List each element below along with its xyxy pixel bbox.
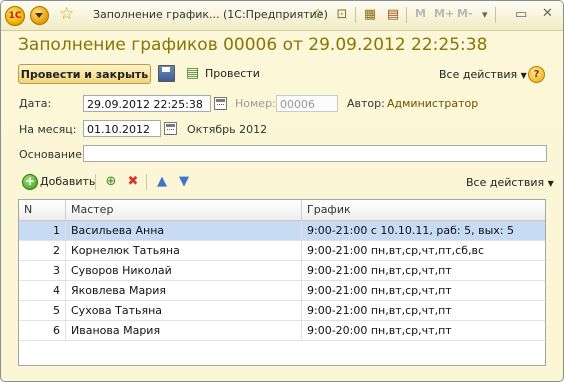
basis-label: Основание: xyxy=(19,148,86,161)
calculator-icon[interactable]: ▦ xyxy=(362,7,378,23)
add-favorite-icon[interactable]: ✩ xyxy=(310,7,326,23)
cell-schedule: 9:00-21:00 пн,вт,ср,чт,пт xyxy=(302,261,545,280)
table-row[interactable]: 4 Яковлева Мария 9:00-21:00 пн,вт,ср,чт,пт xyxy=(19,281,545,301)
1c-logo-icon[interactable]: 1С xyxy=(5,6,25,26)
cell-master: Васильева Анна xyxy=(66,221,302,240)
post-icon[interactable]: ▤ xyxy=(186,65,199,81)
cell-master: Иванова Мария xyxy=(66,321,302,340)
all-actions-label: Все действия xyxy=(439,68,518,81)
title-bar: 1С ☆ Заполнение график... (1С:Предприяти… xyxy=(1,1,563,31)
month-text: Октябрь 2012 xyxy=(187,123,268,136)
add-label: Добавить xyxy=(40,175,96,188)
post-and-close-button[interactable]: Провести и закрыть xyxy=(18,64,151,84)
star-icon[interactable]: ☆ xyxy=(59,4,74,24)
column-header-schedule[interactable]: График xyxy=(302,200,545,220)
table-header: N Мастер График xyxy=(19,200,545,221)
author-label: Автор: xyxy=(347,97,385,110)
column-header-n[interactable]: N xyxy=(19,200,66,220)
toolbar-separator xyxy=(495,7,496,23)
minimize-icon[interactable]: ▭ xyxy=(515,7,527,22)
cell-master: Сухова Татьяна xyxy=(66,301,302,320)
month-picker-icon[interactable] xyxy=(164,122,177,135)
table-row[interactable]: 3 Суворов Николай 9:00-21:00 пн,вт,ср,чт,п… xyxy=(19,261,545,281)
cell-n: 1 xyxy=(19,221,66,240)
delete-icon[interactable]: ✖ xyxy=(125,174,141,190)
table-row[interactable]: 2 Корнелюк Татьяна 9:00-21:00 пн,вт,ср,чт,… xyxy=(19,241,545,261)
chevron-down-icon: ▼ xyxy=(520,71,527,80)
cell-schedule: 9:00-20:00 пн,вт,ср,чт,пт xyxy=(302,321,545,340)
basis-field[interactable] xyxy=(83,145,547,162)
add-icon: + xyxy=(22,174,38,190)
memory-m-plus-icon[interactable]: M+ xyxy=(434,7,454,20)
number-field[interactable]: 00006 xyxy=(276,95,338,112)
toolbar-separator xyxy=(146,174,147,190)
document-window: 1С ☆ Заполнение график... (1С:Предприяти… xyxy=(0,0,564,382)
table-body: 1 Васильева Анна 9:00-21:00 с 10.10.11, ра… xyxy=(19,221,545,341)
cell-schedule: 9:00-21:00 с 10.10.11, раб: 5, вых: 5 xyxy=(302,221,545,240)
author-link[interactable]: Администратор xyxy=(387,97,478,110)
calendar-picker-icon[interactable] xyxy=(214,97,227,110)
memory-m-minus-icon[interactable]: M- xyxy=(457,7,473,20)
window-title: Заполнение график... (1С:Предприятие) xyxy=(93,8,328,21)
toolbar-separator xyxy=(95,174,96,190)
chevron-down-icon: ▼ xyxy=(547,179,554,188)
move-up-icon[interactable]: ▲ xyxy=(154,174,170,190)
toolbar-separator xyxy=(355,7,356,23)
toolbar-separator xyxy=(406,7,407,23)
page-title: Заполнение графиков 00006 от 29.09.2012 … xyxy=(18,35,488,55)
number-label: Номер: xyxy=(235,97,276,110)
cell-n: 3 xyxy=(19,261,66,280)
memory-m-icon[interactable]: M xyxy=(415,7,426,20)
cell-n: 4 xyxy=(19,281,66,300)
save-icon[interactable] xyxy=(158,65,175,82)
cell-master: Корнелюк Татьяна xyxy=(66,241,302,260)
masters-table[interactable]: N Мастер График 1 Васильева Анна 9:00-21:0… xyxy=(18,199,546,366)
cell-n: 2 xyxy=(19,241,66,260)
post-button[interactable]: Провести xyxy=(205,67,260,80)
month-field[interactable]: 01.10.2012 xyxy=(83,120,161,137)
table-all-actions-menu[interactable]: Все действия ▼ xyxy=(466,176,554,189)
cell-master: Яковлева Мария xyxy=(66,281,302,300)
main-menu-icon[interactable] xyxy=(30,6,49,25)
column-header-master[interactable]: Мастер xyxy=(66,200,302,220)
dropdown-icon[interactable]: ▾ xyxy=(482,8,488,21)
calendar-icon[interactable]: ▤ xyxy=(385,7,401,23)
table-row[interactable]: 1 Васильева Анна 9:00-21:00 с 10.10.11, ра… xyxy=(19,221,545,241)
close-icon[interactable]: ✕ xyxy=(542,6,553,21)
cell-schedule: 9:00-21:00 пн,вт,ср,чт,пт,сб,вс xyxy=(302,241,545,260)
table-row[interactable]: 6 Иванова Мария 9:00-20:00 пн,вт,ср,чт,пт xyxy=(19,321,545,341)
history-icon[interactable]: ⊡ xyxy=(334,7,350,23)
month-label: На месяц: xyxy=(19,123,77,136)
date-label: Дата: xyxy=(19,97,52,110)
cell-schedule: 9:00-21:00 пн,вт,ср,чт,пт xyxy=(302,301,545,320)
all-actions-label: Все действия xyxy=(466,176,545,189)
all-actions-menu[interactable]: Все действия ▼ xyxy=(439,68,527,81)
date-field[interactable]: 29.09.2012 22:25:38 xyxy=(83,95,211,112)
table-row[interactable]: 5 Сухова Татьяна 9:00-21:00 пн,вт,ср,чт,пт xyxy=(19,301,545,321)
cell-n: 6 xyxy=(19,321,66,340)
copy-row-icon[interactable]: ⊕ xyxy=(103,174,119,190)
move-down-icon[interactable]: ▼ xyxy=(176,174,192,190)
cell-n: 5 xyxy=(19,301,66,320)
cell-master: Суворов Николай xyxy=(66,261,302,280)
cell-schedule: 9:00-21:00 пн,вт,ср,чт,пт xyxy=(302,281,545,300)
help-icon[interactable]: ? xyxy=(528,66,545,83)
